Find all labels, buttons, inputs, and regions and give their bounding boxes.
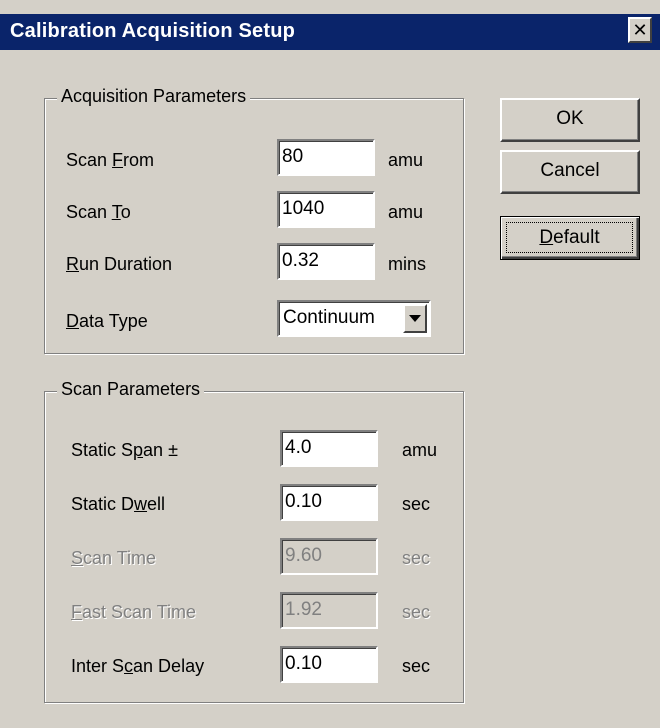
scan-time-field: [280, 538, 378, 575]
static-span-unit: amu: [402, 440, 438, 460]
inter-scan-delay-input[interactable]: [285, 650, 373, 678]
scan-to-field[interactable]: [277, 191, 375, 228]
inter-scan-delay-unit: sec: [402, 656, 431, 676]
static-dwell-unit: sec: [402, 494, 431, 514]
close-button[interactable]: ✕: [628, 17, 652, 43]
static-dwell-label: Static Dwell: [71, 494, 166, 514]
default-button[interactable]: Default: [500, 216, 640, 260]
run-duration-field[interactable]: [277, 243, 375, 280]
scan-time-label: Scan Time: [71, 548, 157, 568]
ok-button[interactable]: OK: [500, 98, 640, 142]
static-span-field[interactable]: [280, 430, 378, 467]
scan-from-label: Scan From: [66, 150, 155, 170]
data-type-label: Data Type: [66, 311, 148, 331]
fast-scan-time-input: [285, 596, 373, 624]
acquisition-parameters-title: Acquisition Parameters: [57, 86, 251, 107]
static-dwell-field[interactable]: [280, 484, 378, 521]
scan-time-input: [285, 542, 373, 570]
static-span-input[interactable]: [285, 434, 373, 462]
scan-time-unit: sec: [402, 548, 431, 568]
default-button-label: Default: [506, 222, 633, 253]
scan-from-field[interactable]: [277, 139, 375, 176]
scan-to-label: Scan To: [66, 202, 131, 222]
data-type-value: Continuum: [283, 307, 375, 328]
scan-to-input[interactable]: [282, 195, 370, 223]
data-type-select[interactable]: Continuum: [277, 300, 431, 337]
static-dwell-input[interactable]: [285, 488, 373, 516]
run-duration-label: Run Duration: [66, 254, 173, 274]
run-duration-unit: mins: [388, 254, 427, 274]
fast-scan-time-field: [280, 592, 378, 629]
dialog-window: Calibration Acquisition Setup ✕ Acquisit…: [0, 0, 660, 728]
chevron-down-icon: [409, 315, 421, 322]
fast-scan-time-unit: sec: [402, 602, 431, 622]
scan-to-unit: amu: [388, 202, 424, 222]
scan-from-unit: amu: [388, 150, 424, 170]
fast-scan-time-label: Fast Scan Time: [71, 602, 197, 622]
cancel-button[interactable]: Cancel: [500, 150, 640, 194]
static-span-label: Static Span ±: [71, 440, 178, 460]
dialog-title: Calibration Acquisition Setup: [10, 20, 296, 42]
data-type-dropdown-button[interactable]: [403, 304, 427, 333]
scan-from-input[interactable]: [282, 143, 370, 171]
run-duration-input[interactable]: [282, 247, 370, 275]
inter-scan-delay-label: Inter Scan Delay: [71, 656, 205, 676]
close-icon: ✕: [632, 20, 648, 40]
title-bar: Calibration Acquisition Setup ✕: [0, 0, 660, 62]
inter-scan-delay-field[interactable]: [280, 646, 378, 683]
scan-parameters-title: Scan Parameters: [57, 379, 205, 400]
